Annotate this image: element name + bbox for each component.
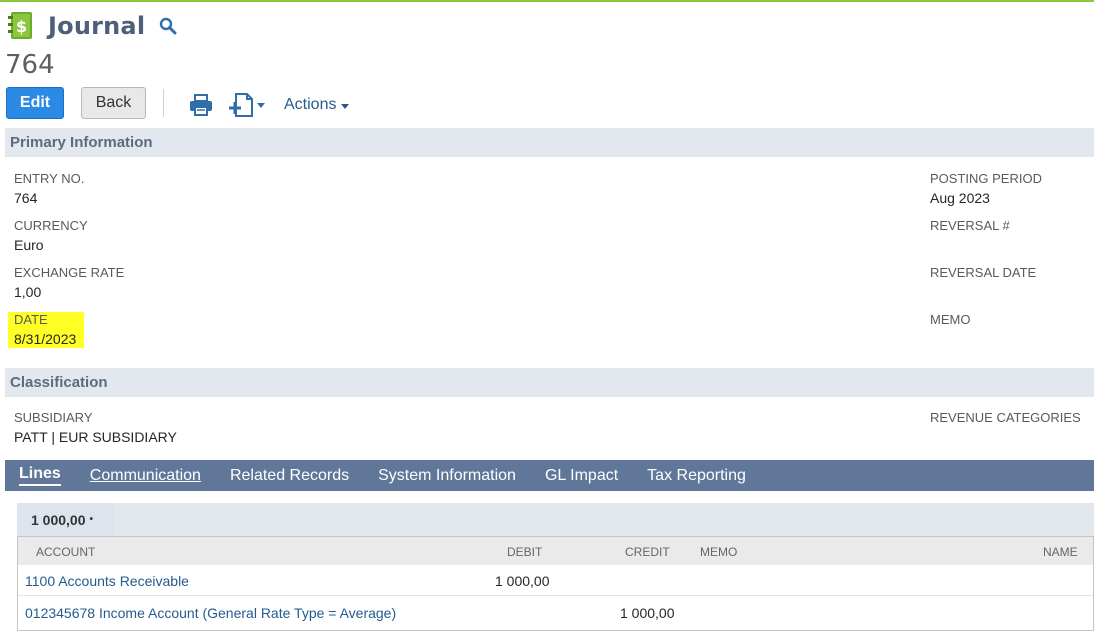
account-link[interactable]: 1100 Accounts Receivable <box>25 573 189 589</box>
memo-label: MEMO <box>930 312 971 327</box>
page-header: $ Journal <box>8 10 177 42</box>
caret-down-icon <box>341 103 350 109</box>
column-header-debit[interactable]: DEBIT <box>507 545 542 559</box>
reversal-date-label: REVERSAL DATE <box>930 265 1037 280</box>
edit-button[interactable]: Edit <box>6 87 64 119</box>
exchange-rate-label: EXCHANGE RATE <box>14 265 125 280</box>
revenue-categories-label: REVENUE CATEGORIES <box>930 410 1081 425</box>
print-icon[interactable] <box>189 94 213 116</box>
entry-no-label: ENTRY NO. <box>14 171 85 186</box>
toolbar-divider <box>163 89 164 117</box>
section-classification[interactable]: Classification <box>5 368 1094 397</box>
tab-communication[interactable]: Communication <box>90 467 201 485</box>
posting-period-value: Aug 2023 <box>930 190 990 206</box>
bullet-icon: • <box>89 514 94 525</box>
new-document-icon[interactable] <box>228 93 268 117</box>
subtab-total-label: 1 000,00 <box>31 511 86 528</box>
subsidiary-label: SUBSIDIARY <box>14 410 93 425</box>
page-title: Journal <box>48 12 146 40</box>
top-accent-line <box>0 0 1094 2</box>
tab-system-information[interactable]: System Information <box>378 467 516 485</box>
date-label: DATE <box>14 312 48 327</box>
reversal-number-label: REVERSAL # <box>930 218 1010 233</box>
column-header-name[interactable]: NAME <box>1043 545 1078 559</box>
account-link[interactable]: 012345678 Income Account (General Rate T… <box>25 605 396 621</box>
svg-text:$: $ <box>16 17 27 36</box>
date-value: 8/31/2023 <box>14 331 77 347</box>
posting-period-label: POSTING PERIOD <box>930 171 1042 186</box>
journal-dollar-icon: $ <box>8 11 34 41</box>
currency-label: CURRENCY <box>14 218 88 233</box>
credit-value: 1 000,00 <box>620 605 675 621</box>
section-primary-information[interactable]: Primary Information <box>5 128 1094 157</box>
tab-bar: Lines Communication Related Records Syst… <box>5 460 1094 491</box>
table-row: 1100 Accounts Receivable 1 000,00 <box>18 565 1093 596</box>
currency-value: Euro <box>14 237 44 253</box>
column-header-memo[interactable]: MEMO <box>700 545 737 559</box>
entry-no-value: 764 <box>14 190 38 206</box>
lines-table: ACCOUNT DEBIT CREDIT MEMO NAME 1100 Acco… <box>17 536 1094 631</box>
table-row: 012345678 Income Account (General Rate T… <box>18 597 1093 628</box>
lines-table-header: ACCOUNT DEBIT CREDIT MEMO NAME <box>18 536 1093 565</box>
actions-label: Actions <box>284 96 337 113</box>
subtab-bar <box>17 503 1094 536</box>
tab-lines[interactable]: Lines <box>19 465 61 486</box>
exchange-rate-value: 1,00 <box>14 284 42 300</box>
tab-related-records[interactable]: Related Records <box>230 467 349 485</box>
record-number: 764 <box>5 50 55 80</box>
actions-menu[interactable]: Actions <box>284 96 350 114</box>
back-button[interactable]: Back <box>81 87 146 119</box>
subtab-lines-total[interactable]: 1 000,00 • <box>17 503 114 536</box>
debit-value: 1 000,00 <box>495 573 550 589</box>
search-icon[interactable] <box>159 17 177 35</box>
tab-gl-impact[interactable]: GL Impact <box>545 467 618 485</box>
column-header-credit[interactable]: CREDIT <box>625 545 670 559</box>
tab-tax-reporting[interactable]: Tax Reporting <box>647 467 746 485</box>
column-header-account[interactable]: ACCOUNT <box>36 545 95 559</box>
subsidiary-value: PATT | EUR SUBSIDIARY <box>14 429 177 445</box>
